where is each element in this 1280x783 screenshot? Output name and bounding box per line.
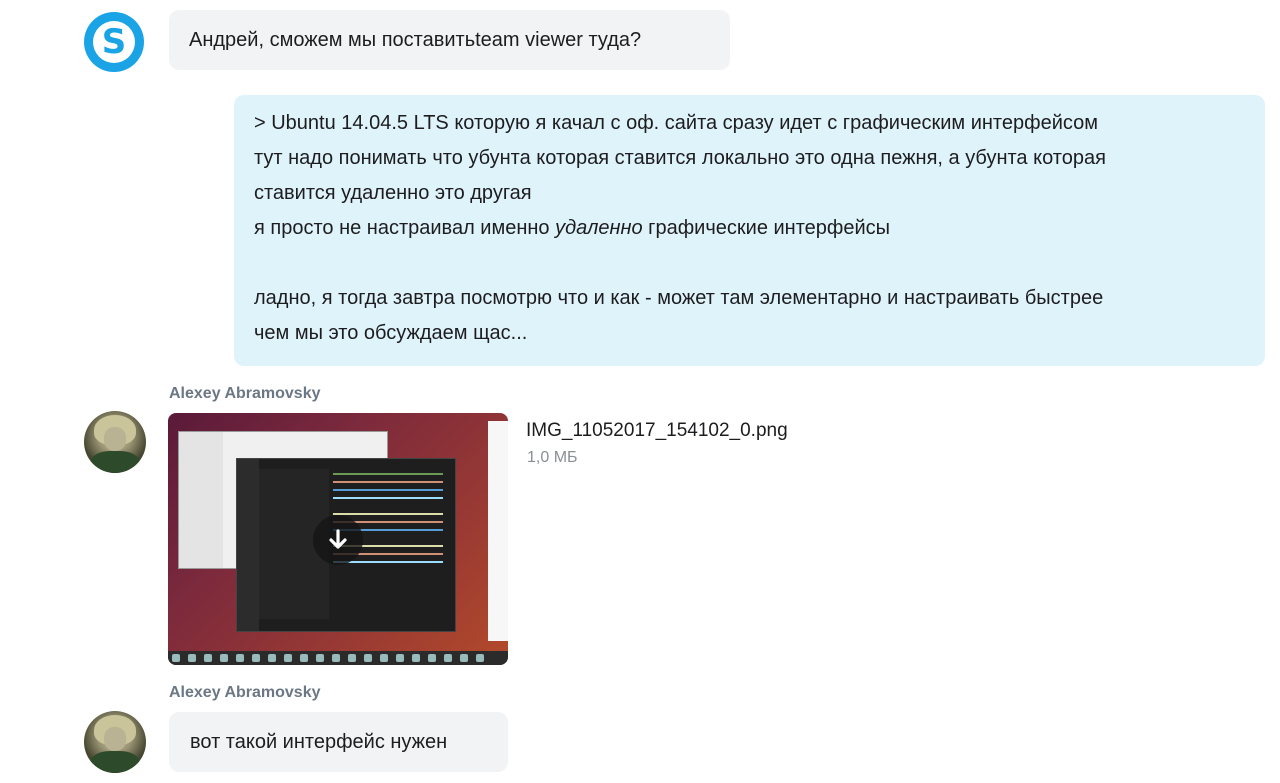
thumbnail-browser-window	[488, 421, 508, 641]
avatar-face	[104, 427, 126, 451]
thumbnail-taskbar	[168, 651, 508, 665]
sender-name[interactable]: Alexey Abramovsky	[169, 385, 321, 403]
avatar-body	[90, 451, 140, 473]
skype-avatar-icon[interactable]: S	[84, 12, 144, 72]
message-line: я просто не настраивал именно удаленно г…	[254, 211, 1245, 246]
message-emphasis: удаленно	[555, 217, 643, 239]
user-avatar[interactable]	[84, 711, 146, 773]
message-line: > Ubuntu 14.04.5 LTS которую я качал с о…	[254, 112, 1098, 134]
image-attachment-thumbnail[interactable]	[168, 413, 508, 665]
avatar-face	[104, 727, 126, 751]
message-text-part: графические интерфейсы	[642, 217, 891, 239]
download-arrow-icon[interactable]	[313, 515, 363, 565]
message-text: вот такой интерфейс нужен	[190, 731, 448, 753]
sender-name[interactable]: Alexey Abramovsky	[169, 684, 321, 702]
message-line: ладно, я тогда завтра посмотрю что и как…	[254, 287, 1104, 309]
message-line: тут надо понимать что убунта которая ста…	[254, 147, 1106, 169]
message-line: чем мы это обсуждаем щас...	[254, 322, 528, 344]
user-avatar[interactable]	[84, 411, 146, 473]
file-name[interactable]: IMG_11052017_154102_0.png	[526, 420, 788, 442]
message-text: Андрей, сможем мы поставитьteam viewer т…	[189, 29, 642, 51]
message-text-part: я просто не настраивал именно	[254, 217, 556, 239]
file-size: 1,0 МБ	[527, 449, 578, 466]
skype-logo-icon: S	[93, 21, 135, 63]
avatar-body	[90, 751, 140, 773]
incoming-message-bubble: Андрей, сможем мы поставитьteam viewer т…	[169, 10, 730, 70]
incoming-message-bubble: вот такой интерфейс нужен	[169, 712, 508, 772]
message-line: ставится удаленно это другая	[254, 182, 532, 204]
outgoing-message-bubble: > Ubuntu 14.04.5 LTS которую я качал с о…	[234, 95, 1265, 366]
